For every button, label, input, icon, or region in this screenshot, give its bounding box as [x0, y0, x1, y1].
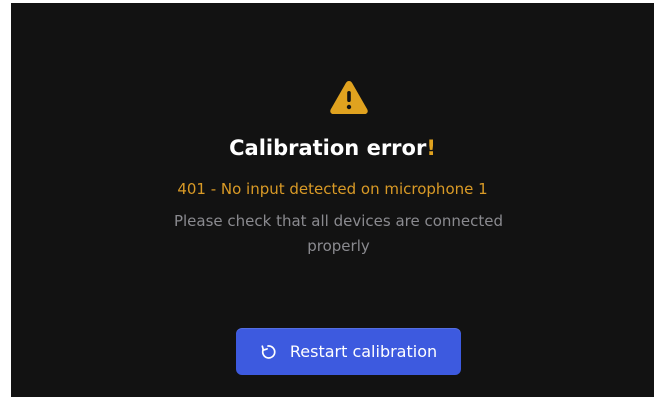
help-message: Please check that all devices are connec… — [173, 212, 504, 255]
refresh-icon — [261, 344, 276, 359]
error-title-text: Calibration error — [229, 136, 427, 160]
restart-calibration-button[interactable]: Restart calibration — [236, 328, 461, 375]
error-title: Calibration error! — [11, 134, 654, 162]
error-screen: Calibration error! 401 - No input detect… — [11, 3, 654, 397]
warning-icon — [330, 81, 368, 114]
restart-calibration-label: Restart calibration — [289, 342, 438, 361]
error-title-exclamation: ! — [426, 136, 436, 160]
error-code-message: 401 - No input detected on microphone 1 — [177, 180, 488, 198]
